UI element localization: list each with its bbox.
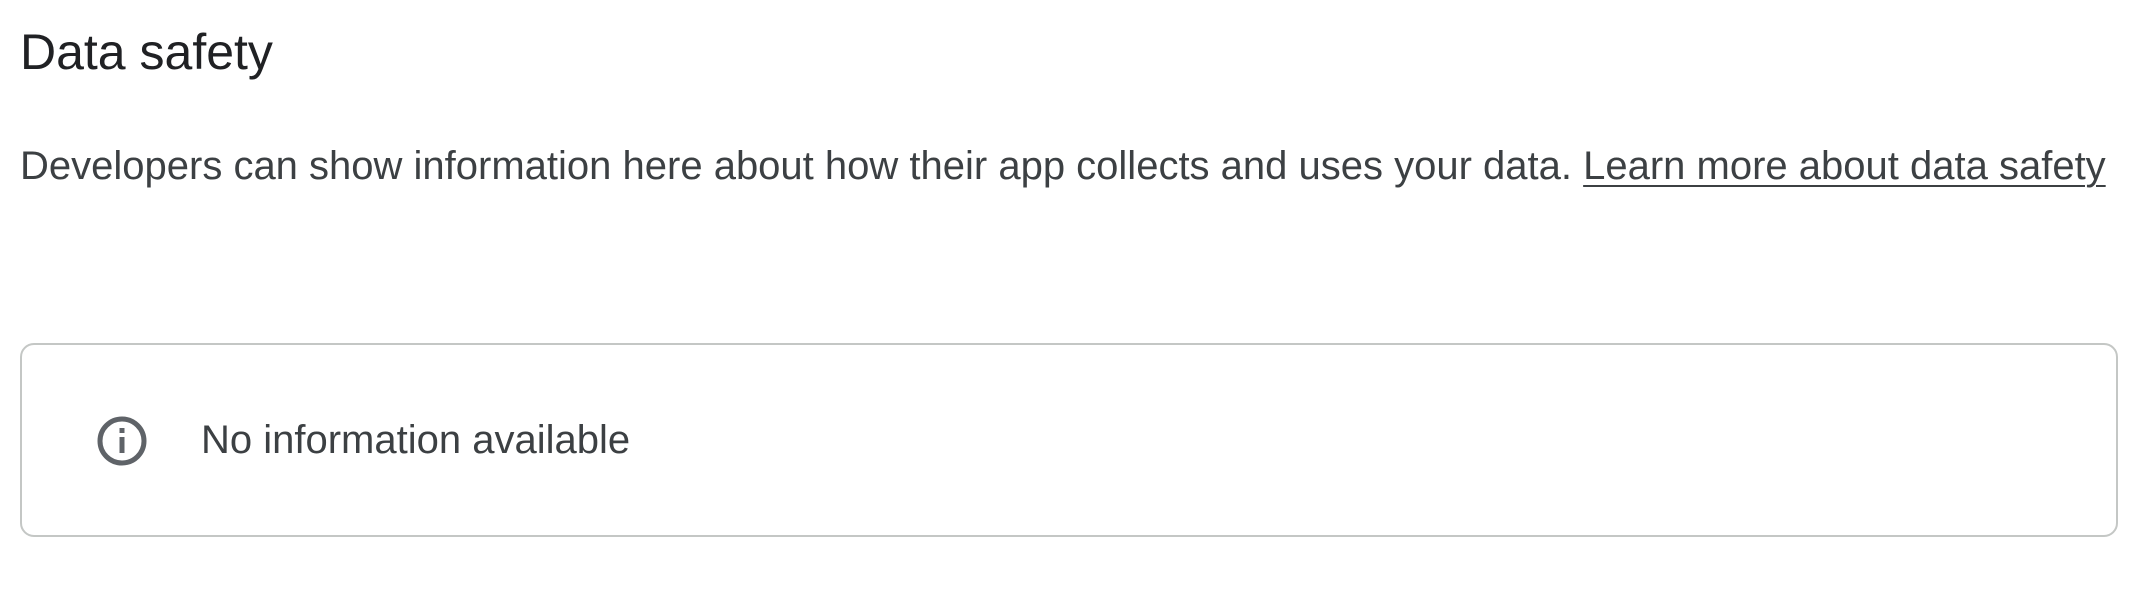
no-information-message: No information available (201, 418, 631, 462)
data-safety-section: Data safety Developers can show informat… (0, 0, 2149, 595)
info-icon (96, 415, 148, 467)
info-card: No information available (20, 343, 2118, 537)
section-description: Developers can show information here abo… (20, 134, 2120, 198)
learn-more-link[interactable]: Learn more about data safety (1583, 144, 2106, 188)
section-title: Data safety (20, 24, 273, 80)
description-text: Developers can show information here abo… (20, 144, 1584, 188)
